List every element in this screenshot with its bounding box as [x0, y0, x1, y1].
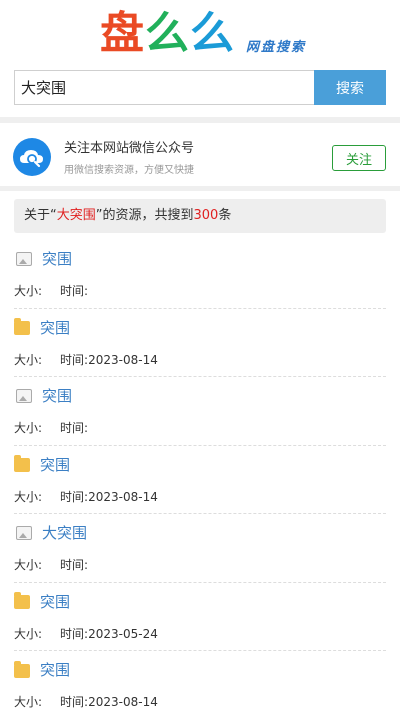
- search-input[interactable]: [14, 70, 314, 105]
- time-label: 时间:: [60, 421, 89, 435]
- list-item: 突围 大小: 时间:2023-08-14: [14, 309, 386, 377]
- result-link[interactable]: 突围: [40, 659, 70, 680]
- summary-keyword: 大突围: [56, 208, 96, 223]
- search-bar: 搜索: [14, 70, 386, 105]
- header: 盘么么 网盘搜索: [0, 0, 400, 66]
- result-meta: 大小: 时间:2023-05-24: [14, 625, 158, 642]
- size-label: 大小:: [14, 421, 43, 435]
- summary-prefix: 关于“: [24, 208, 57, 223]
- result-link[interactable]: 突围: [42, 248, 72, 269]
- result-link[interactable]: 突围: [42, 385, 72, 406]
- logo-char-2: 么: [145, 8, 190, 59]
- time-label: 时间:: [60, 284, 89, 298]
- result-link[interactable]: 突围: [40, 454, 70, 475]
- result-title[interactable]: 突围: [14, 385, 72, 406]
- folder-icon: [14, 592, 30, 609]
- list-item: 突围 大小: 时间:: [14, 240, 386, 309]
- result-summary: 关于“大突围”的资源，共搜到300条: [14, 199, 386, 233]
- result-link[interactable]: 大突围: [42, 522, 87, 543]
- folder-icon: [14, 455, 30, 472]
- result-title[interactable]: 突围: [14, 454, 70, 475]
- time-label: 时间:: [60, 626, 89, 641]
- result-meta: 大小: 时间:2023-08-14: [14, 351, 158, 368]
- time-value: 2023-08-14: [88, 352, 158, 367]
- image-file-icon: [16, 251, 32, 266]
- size-label: 大小:: [14, 284, 43, 298]
- follow-title: 关注本网站微信公众号: [64, 141, 195, 156]
- result-title[interactable]: 大突围: [14, 522, 87, 543]
- summary-suffix: 条: [218, 208, 232, 223]
- result-title[interactable]: 突围: [14, 591, 70, 612]
- size-label: 大小:: [14, 626, 43, 641]
- size-label: 大小:: [14, 489, 43, 504]
- summary-count: 300: [193, 208, 219, 223]
- result-link[interactable]: 突围: [40, 317, 70, 338]
- result-title[interactable]: 突围: [14, 659, 70, 680]
- result-meta: 大小: 时间:2023-08-14: [14, 693, 158, 710]
- logo-char-1: 盘: [100, 8, 145, 59]
- result-meta: 大小: 时间:: [14, 282, 88, 299]
- list-item: 大突围 大小: 时间:: [14, 514, 386, 583]
- result-link[interactable]: 突围: [40, 591, 70, 612]
- cloud-search-icon: [13, 138, 51, 176]
- result-title[interactable]: 突围: [14, 248, 72, 269]
- site-logo[interactable]: 盘么么: [100, 8, 235, 60]
- follow-button[interactable]: 关注: [332, 145, 386, 171]
- wechat-follow-banner: 关注本网站微信公众号 用微信搜索资源，方便又快捷 关注: [0, 123, 400, 185]
- logo-subtitle: 网盘搜索: [246, 40, 307, 55]
- time-label: 时间:: [60, 558, 89, 572]
- size-label: 大小:: [14, 558, 43, 572]
- result-meta: 大小: 时间:2023-08-14: [14, 488, 158, 505]
- list-item: 突围 大小: 时间:: [14, 377, 386, 446]
- time-label: 时间:: [60, 489, 89, 504]
- folder-icon: [14, 318, 30, 335]
- result-meta: 大小: 时间:: [14, 556, 88, 573]
- list-item: 突围 大小: 时间:2023-08-14: [14, 651, 386, 720]
- time-value: 2023-08-14: [88, 695, 158, 709]
- list-item: 突围 大小: 时间:2023-05-24: [14, 583, 386, 651]
- search-button[interactable]: 搜索: [314, 70, 386, 105]
- size-label: 大小:: [14, 695, 43, 709]
- time-label: 时间:: [60, 352, 89, 367]
- list-item: 突围 大小: 时间:2023-08-14: [14, 446, 386, 514]
- result-list: 突围 大小: 时间: 突围 大小: 时间:2023-08-14 突围 大小: 时间: …: [14, 240, 386, 720]
- follow-subtitle: 用微信搜索资源，方便又快捷: [64, 165, 194, 176]
- image-file-icon: [16, 525, 32, 540]
- section-divider: [0, 186, 400, 191]
- folder-icon: [14, 660, 30, 678]
- result-meta: 大小: 时间:: [14, 419, 88, 436]
- size-label: 大小:: [14, 352, 43, 367]
- time-value: 2023-05-24: [88, 626, 158, 641]
- logo-char-3: 么: [190, 8, 235, 59]
- summary-middle: ”的资源，共搜到: [95, 208, 194, 223]
- time-value: 2023-08-14: [88, 489, 158, 504]
- time-label: 时间:: [60, 695, 89, 709]
- result-title[interactable]: 突围: [14, 317, 70, 338]
- image-file-icon: [16, 388, 32, 403]
